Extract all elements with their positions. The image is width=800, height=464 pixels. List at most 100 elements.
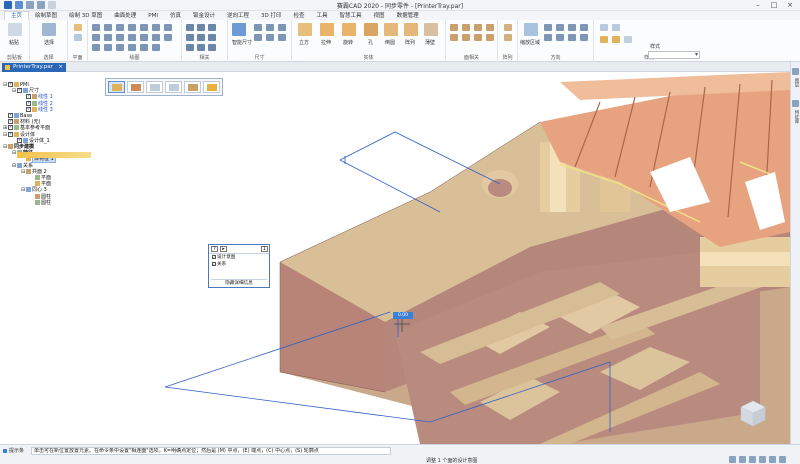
select-icon[interactable]: [42, 23, 56, 36]
horizontal-icon[interactable]: [197, 24, 205, 31]
paste-icon[interactable]: [8, 23, 22, 36]
ribbon-tab[interactable]: 智慧工具: [334, 12, 368, 20]
shading-icon[interactable]: [612, 24, 620, 31]
mirror-face-icon[interactable]: [486, 34, 494, 41]
tree-node[interactable]: ⊟尺寸: [12, 87, 39, 94]
background-icon[interactable]: [624, 36, 632, 43]
revolve-icon[interactable]: [342, 23, 356, 36]
diameter-icon[interactable]: [266, 34, 274, 41]
ellipse-icon[interactable]: [104, 44, 112, 51]
revolve-button[interactable]: 旋转: [343, 39, 353, 46]
connected-faces-button[interactable]: [146, 81, 163, 93]
trim-icon[interactable]: [128, 24, 136, 31]
tree-visibility-checkbox[interactable]: [8, 131, 13, 137]
connect-icon[interactable]: [186, 24, 194, 31]
offset-face-icon[interactable]: [474, 24, 482, 31]
extrude-button[interactable]: 拉伸: [321, 39, 331, 46]
document-tab[interactable]: PrinterTray.par ×: [2, 63, 66, 72]
tree-node[interactable]: 线性 1: [21, 93, 53, 100]
view-cube-icon[interactable]: [738, 398, 768, 428]
hole-icon[interactable]: [364, 23, 378, 36]
tree-node[interactable]: ⊟ 同心 3: [21, 187, 47, 193]
symmetric-icon[interactable]: [186, 44, 194, 51]
view-front-icon[interactable]: [544, 34, 552, 41]
perpendicular-icon[interactable]: [186, 34, 194, 41]
extend-icon[interactable]: [140, 24, 148, 31]
ribbon-tab[interactable]: 主页: [4, 11, 30, 20]
options-arrow-icon[interactable]: ▸: [220, 246, 227, 252]
pin-icon[interactable]: 1: [261, 246, 268, 252]
angle-icon[interactable]: [266, 24, 274, 31]
graphics-window[interactable]: ⊟PMI⊟尺寸线性 1线性 2线性 3Base材料 (无)⊞基本参考平面⊟设计体…: [0, 72, 790, 444]
rotate-view-icon[interactable]: [580, 24, 588, 31]
scale-icon[interactable]: [152, 44, 160, 51]
view-right-icon[interactable]: [568, 34, 576, 41]
library-tab[interactable]: 特征库: [792, 110, 799, 126]
tangent-icon[interactable]: [197, 34, 205, 41]
pattern-small-icon[interactable]: [504, 24, 512, 31]
face-select-button[interactable]: [127, 81, 144, 93]
tree-node[interactable]: ⊟PMI: [3, 81, 29, 88]
zoom-in-icon[interactable]: [739, 456, 746, 463]
zoom-out-icon[interactable]: [749, 456, 756, 463]
ribbon-tab[interactable]: 曲面处理: [108, 12, 142, 20]
minimize-icon[interactable]: –: [750, 0, 766, 10]
plane-icon[interactable]: [74, 24, 82, 31]
tree-node[interactable]: 平面: [30, 175, 51, 181]
line-icon[interactable]: [92, 24, 100, 31]
intent-relations-checkbox[interactable]: 关系: [209, 261, 269, 268]
smart-dimension-button[interactable]: 智能尺寸: [232, 39, 252, 46]
fillet-icon[interactable]: [128, 34, 136, 41]
color-picker-button[interactable]: [203, 81, 220, 93]
symmetric-dim-icon[interactable]: [278, 34, 286, 41]
smart-dimension-icon[interactable]: [232, 23, 246, 36]
polygon-icon[interactable]: [116, 34, 124, 41]
ribbon-tab[interactable]: 绘制草图: [29, 12, 63, 20]
cube-icon[interactable]: [298, 23, 312, 36]
help-icon[interactable]: ?: [211, 246, 218, 252]
tree-node[interactable]: 圆柱: [30, 199, 51, 206]
move-face-icon[interactable]: [450, 24, 458, 31]
ribbon-tab[interactable]: 检查: [288, 12, 311, 20]
project-icon[interactable]: [128, 44, 136, 51]
rotate-icon[interactable]: [140, 44, 148, 51]
fit-view-icon[interactable]: [759, 456, 766, 463]
spline-icon[interactable]: [116, 44, 124, 51]
tree-visibility-checkbox[interactable]: [17, 87, 22, 94]
fix-icon[interactable]: [197, 44, 205, 51]
chamfer-icon[interactable]: [140, 34, 148, 41]
fit-icon[interactable]: [556, 24, 564, 31]
prompt-tab[interactable]: 提示条: [2, 447, 29, 455]
rotate-face-icon[interactable]: [462, 24, 470, 31]
document-close-icon[interactable]: ×: [58, 63, 63, 72]
tree-visibility-checkbox[interactable]: [26, 106, 31, 112]
options-button[interactable]: [184, 81, 201, 93]
parallel-icon[interactable]: [208, 24, 216, 31]
mirror-icon[interactable]: [152, 34, 160, 41]
material-icon[interactable]: [612, 36, 620, 43]
tree-node[interactable]: 线性 2: [21, 100, 53, 107]
display-style-icon[interactable]: [600, 24, 608, 31]
intent-design-checkbox[interactable]: 设计意图: [209, 254, 269, 261]
select-button[interactable]: 选择: [44, 39, 54, 46]
view-iso-icon[interactable]: [580, 34, 588, 41]
equal-icon[interactable]: [208, 34, 216, 41]
pattern-button[interactable]: 阵列: [405, 39, 415, 46]
ribbon-tab[interactable]: 逆向工程: [221, 12, 255, 20]
selection-filter-button[interactable]: [165, 81, 182, 93]
thin-wall-button[interactable]: 薄壁: [425, 39, 435, 46]
axis-icon[interactable]: [74, 34, 82, 41]
offset-icon[interactable]: [164, 24, 172, 31]
rotate-view-small-icon[interactable]: [779, 456, 786, 463]
arc-icon[interactable]: [104, 24, 112, 31]
delete-face-icon[interactable]: [486, 24, 494, 31]
coordinate-icon[interactable]: [278, 24, 286, 31]
panel-library-icon[interactable]: [792, 100, 799, 107]
paste-button[interactable]: 粘贴: [9, 39, 19, 46]
ribbon-tab[interactable]: 3D 打印: [255, 12, 287, 20]
layers-tab[interactable]: 图层: [792, 78, 799, 94]
panel-pin-icon[interactable]: [792, 68, 799, 75]
pan-icon[interactable]: [568, 24, 576, 31]
tree-visibility-checkbox[interactable]: [17, 137, 22, 143]
tree-node[interactable]: 圆柱: [30, 193, 51, 200]
